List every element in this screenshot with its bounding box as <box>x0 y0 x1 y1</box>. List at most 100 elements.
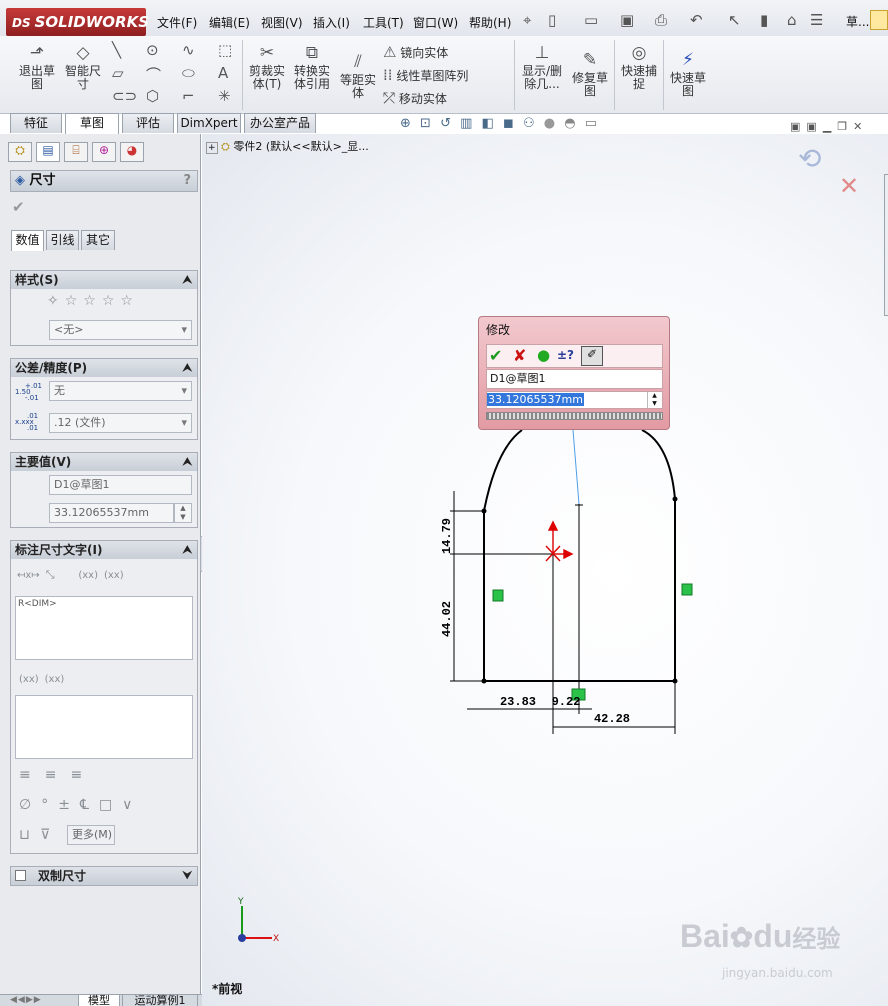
subtab-value[interactable]: 数值 <box>11 230 44 251</box>
modify-value-spinner[interactable]: ▲ ▼ <box>647 392 661 408</box>
slot-icon[interactable]: ⊂⊃ <box>112 87 137 105</box>
chevron-down-icon[interactable]: ∨ <box>122 797 132 813</box>
sketch-canvas[interactable]: 14.79 44.02 23.83 9.22 42.28 Y X <box>202 134 888 1006</box>
dimension-text-header[interactable]: 标注尺寸文字(I) ⮝ <box>11 541 197 559</box>
tab-dimxpert[interactable]: DimXpert <box>177 113 241 133</box>
tab-scroll-arrows-icon[interactable]: ◀◀▶▶ <box>10 995 42 1005</box>
display-delete-relations-button[interactable]: ⊥ 显示/删 除几... <box>518 43 566 91</box>
tab-sketch[interactable]: 草图 <box>65 113 119 134</box>
motion-study-tab[interactable]: 运动算例1 <box>122 995 198 1006</box>
repair-sketch-button[interactable]: ✎ 修复草 图 <box>568 50 612 98</box>
apply-style-icon[interactable]: ✧ <box>47 293 59 309</box>
plus-minus-icon[interactable]: ± <box>58 797 70 813</box>
print-icon[interactable]: ⎙ <box>655 11 667 29</box>
select-icon[interactable]: ↖ <box>728 11 741 29</box>
view-orientation-icon[interactable]: ◧ <box>482 116 494 131</box>
trim-entities-button[interactable]: ✂ 剪裁实 体(T) <box>246 43 288 91</box>
move-entities-button[interactable]: ⤱ 移动实体 <box>383 89 447 107</box>
thumbwheel[interactable] <box>486 412 663 420</box>
value-spinner[interactable]: ▲ ▼ <box>174 503 192 523</box>
parentheses-alt-icon[interactable]: (xx) <box>104 570 124 581</box>
right-arc[interactable] <box>641 429 676 500</box>
spline-icon[interactable]: ∿ <box>182 41 195 59</box>
ok-checkmark-icon[interactable]: ✔ <box>12 198 25 216</box>
tab-evaluate[interactable]: 评估 <box>122 113 174 133</box>
rebuild-icon[interactable]: ▮ <box>760 11 768 29</box>
restore-icon[interactable]: ❐ <box>837 120 853 133</box>
vertical-relation-icon[interactable] <box>492 589 504 602</box>
line-icon[interactable]: ╲ <box>112 41 121 59</box>
primary-value-header[interactable]: 主要值(V) ⮝ <box>11 453 197 471</box>
section-view-icon[interactable]: ▥ <box>460 116 472 131</box>
subtab-other[interactable]: 其它 <box>81 230 115 250</box>
configuration-manager-tab-icon[interactable]: ⌸ <box>64 142 88 162</box>
sketch-point[interactable] <box>672 496 678 502</box>
modify-value-input[interactable]: 33.12065537mm ▲ ▼ <box>486 391 663 409</box>
circle-icon[interactable]: ⊙ <box>146 41 159 59</box>
vertical-relation-icon[interactable] <box>681 583 693 596</box>
dimension-name-field[interactable]: D1@草图1 <box>49 475 192 495</box>
task-pane-tabs[interactable] <box>884 174 888 316</box>
menu-view[interactable]: 视图(V) <box>261 14 303 31</box>
dimension-label[interactable]: 44.02 <box>440 601 454 637</box>
menu-edit[interactable]: 编辑(E) <box>209 14 250 31</box>
scene-icon[interactable]: ◓ <box>564 116 575 131</box>
help-button[interactable]: ? <box>183 171 191 191</box>
exit-sketch-button[interactable]: ⬏ 退出草 图 <box>14 43 60 91</box>
dimension-text-box-top[interactable]: R<DIM> <box>15 596 193 660</box>
align-left-icon[interactable]: ≡ <box>19 767 31 783</box>
modify-value-text[interactable]: 33.12065537mm <box>487 393 584 406</box>
dual-dimension-checkbox[interactable] <box>15 870 26 881</box>
model-tab[interactable]: 模型 <box>78 995 120 1006</box>
minimize-icon[interactable]: ▁ <box>823 120 837 133</box>
add-style-icon[interactable]: ☆ <box>65 293 78 309</box>
fillet-icon[interactable]: ⌐ <box>182 87 195 105</box>
save-icon[interactable]: ▣ <box>620 11 634 29</box>
dimension-value-field[interactable]: 33.12065537mm <box>49 503 174 523</box>
precision-dropdown[interactable]: .12 (文件) <box>49 413 192 433</box>
style-dropdown[interactable]: <无> <box>49 320 192 340</box>
appearance-icon[interactable]: ● <box>544 116 555 131</box>
text-offset-icon[interactable]: ⤡ <box>46 568 55 582</box>
ellipse-icon[interactable]: ⬭ <box>182 64 195 82</box>
rectangle-icon[interactable]: ▱ <box>112 64 124 82</box>
open-icon[interactable]: ▭ <box>584 11 598 29</box>
more-symbols-button[interactable]: 更多(M) <box>67 825 115 845</box>
menu-help[interactable]: 帮助(H) <box>469 14 511 31</box>
smart-dimension-button[interactable]: ◇ 智能尺 寸 <box>60 43 106 91</box>
graphics-area[interactable]: + ⛭ 零件2 (默认<<默认>_显... 14.79 44.02 23.83 … <box>202 134 888 1006</box>
close-icon[interactable]: ✕ <box>853 120 868 133</box>
folder-icon[interactable] <box>870 10 888 30</box>
parentheses-small-alt-icon[interactable]: (xx) <box>45 674 65 685</box>
convert-entities-button[interactable]: ⧉ 转换实 体引用 <box>290 43 334 91</box>
tab-features[interactable]: 特征 <box>10 113 62 133</box>
offset-entities-button[interactable]: ⫽ 等距实 体 <box>337 52 379 100</box>
cancel-x-icon[interactable]: ✘ <box>513 346 526 365</box>
dimxpert-manager-tab-icon[interactable]: ⊕ <box>92 142 116 162</box>
confirm-sketch-icon[interactable]: ⟲ <box>798 142 821 175</box>
mark-for-drawing-icon[interactable]: ✐ <box>581 346 603 366</box>
tab-office-products[interactable]: 办公室产品 <box>244 113 316 133</box>
previous-view-icon[interactable]: ↺ <box>440 116 451 131</box>
dimension-label[interactable]: 9.22 <box>552 695 581 709</box>
file-properties-icon[interactable]: ⌂ <box>787 11 797 29</box>
linear-pattern-button[interactable]: ⁞⁞ 线性草图阵列 <box>383 66 468 84</box>
options-icon[interactable]: ☰ <box>810 11 823 29</box>
arc-icon[interactable]: ⌒ <box>146 64 161 85</box>
cancel-sketch-icon[interactable]: ✕ <box>839 172 859 200</box>
pin-icon[interactable]: ⌖ <box>523 11 531 29</box>
view-settings-icon[interactable]: ▭ <box>585 116 597 131</box>
align-center-icon[interactable]: ≡ <box>45 767 57 783</box>
square-icon[interactable]: □ <box>99 797 112 813</box>
dual-dimension-header[interactable]: 双制尺寸 ⮟ <box>11 867 197 885</box>
tolerance-type-dropdown[interactable]: 无 <box>49 381 192 401</box>
style-section-header[interactable]: 样式(S) ⮝ <box>11 271 197 289</box>
mark-dimension-help-icon[interactable]: ±? <box>557 348 574 362</box>
save-style-icon[interactable]: ☆ <box>102 293 115 309</box>
text-center-icon[interactable]: ↤x↦ <box>17 570 40 581</box>
delete-style-icon[interactable]: ☆ <box>83 293 96 309</box>
tolerance-section-header[interactable]: 公差/精度(P) ⮝ <box>11 359 197 377</box>
dimension-label[interactable]: 23.83 <box>500 695 536 709</box>
polygon-icon[interactable]: ⬡ <box>146 87 159 105</box>
menu-tools[interactable]: 工具(T) <box>363 14 404 31</box>
